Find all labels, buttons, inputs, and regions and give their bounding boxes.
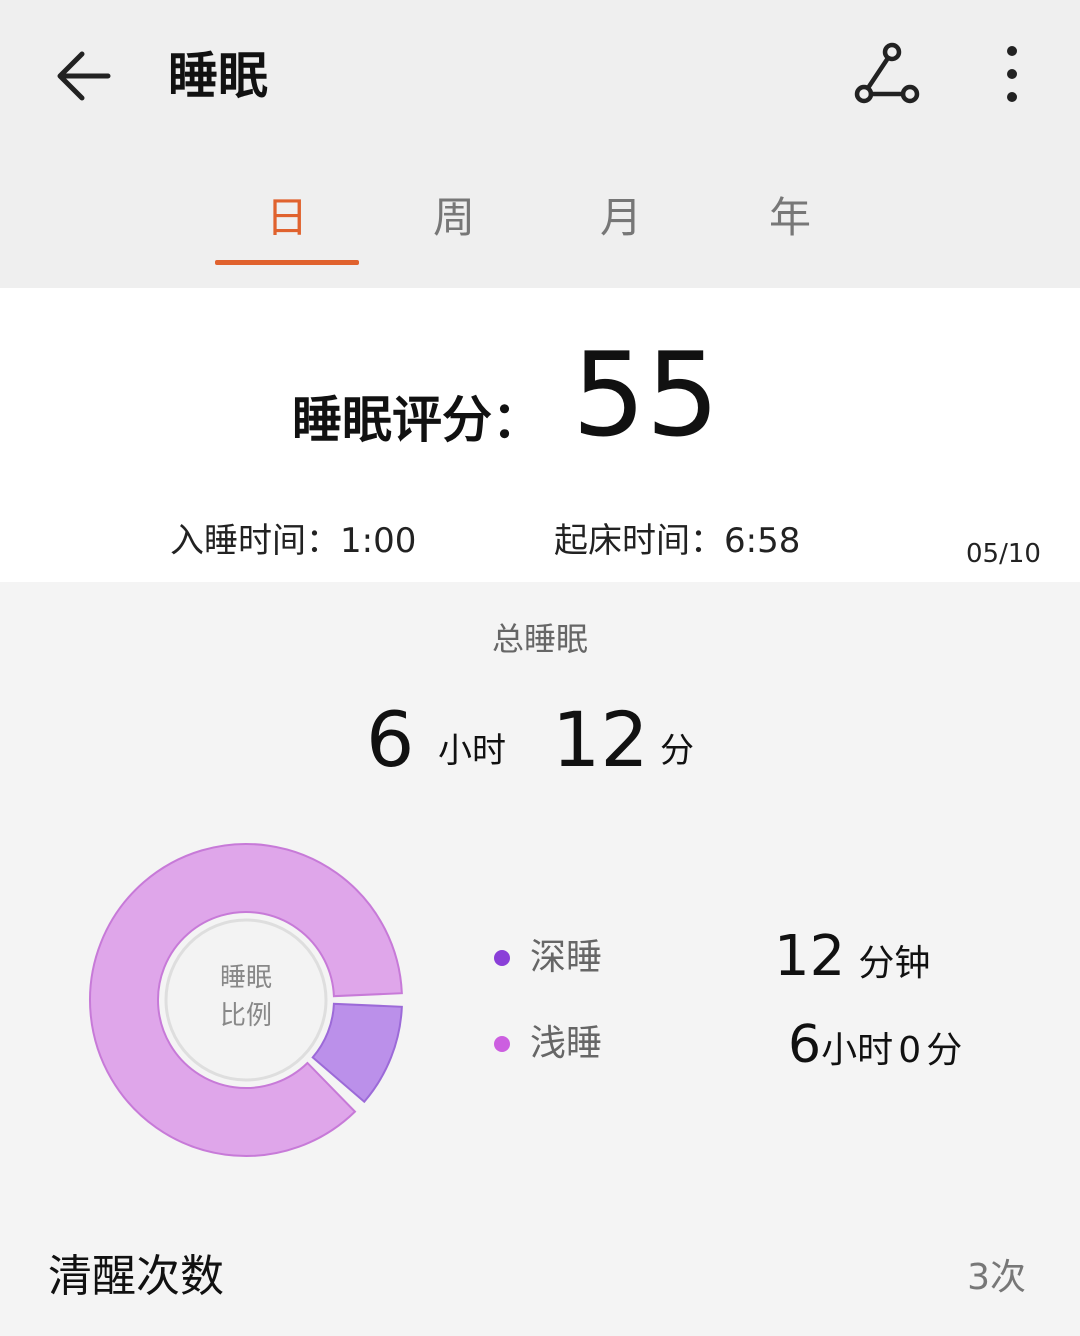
total-sleep-hours: 6: [366, 695, 415, 784]
wake-count-label: 清醒次数: [48, 1251, 224, 1302]
period-tabs: 日 周 月 年: [0, 150, 1080, 288]
tab-day[interactable]: 日: [215, 188, 359, 265]
more-button[interactable]: [984, 40, 1040, 112]
date-label: 05/10: [966, 539, 1041, 569]
sleep-score-value: 55: [572, 328, 720, 463]
page-title: 睡眠: [168, 47, 268, 105]
more-vertical-icon: [1007, 46, 1017, 102]
arrow-left-icon: [57, 51, 111, 101]
deep-sleep-value: 12 分钟: [774, 922, 930, 999]
sleep-score-label: 睡眠评分：: [292, 391, 542, 449]
tab-day-label: 日: [265, 193, 308, 242]
tab-active-indicator: [215, 260, 359, 265]
share-button[interactable]: [848, 40, 924, 112]
deep-sleep-minutes-unit: 分钟: [858, 943, 931, 984]
light-sleep-value: 6小时 0 分: [788, 1012, 962, 1084]
tab-year-label: 年: [768, 193, 811, 242]
light-sleep-minutes-unit: 分: [926, 1030, 963, 1071]
wake-time: 起床时间：6:58: [554, 516, 800, 566]
light-sleep-label: 浅睡: [530, 1023, 603, 1064]
tab-year[interactable]: 年: [718, 188, 862, 264]
top-bar: 睡眠: [0, 0, 1080, 150]
total-sleep-minutes: 12: [552, 695, 649, 784]
donut-center-line1: 睡眠: [220, 963, 272, 993]
tab-week[interactable]: 周: [382, 188, 526, 264]
sleep-ratio-donut[interactable]: 睡眠 比例: [86, 840, 406, 1160]
sleep-time-label: 入睡时间：: [170, 521, 340, 561]
sleep-time: 入睡时间：1:00: [170, 516, 416, 566]
total-sleep-minutes-unit: 分: [660, 731, 694, 771]
wake-time-value: 6:58: [724, 521, 801, 561]
share-graph-icon: [854, 42, 920, 104]
donut-center: [164, 918, 328, 1082]
deep-sleep-label: 深睡: [530, 937, 603, 978]
deep-sleep-dot: [494, 950, 510, 966]
donut-center-line2: 比例: [220, 1001, 272, 1031]
light-sleep-minutes: 0: [898, 1030, 922, 1071]
total-sleep-label: 总睡眠: [491, 620, 588, 658]
sleep-time-value: 1:00: [340, 521, 417, 561]
total-sleep-hours-unit: 小时: [438, 731, 506, 771]
back-button[interactable]: [48, 40, 120, 112]
light-sleep-hours-unit: 小时: [821, 1030, 894, 1071]
tab-week-label: 周: [432, 193, 475, 242]
sleep-score-card: 睡眠评分： 55 入睡时间：1:00 起床时间：6:58 05/10: [0, 288, 1080, 582]
light-sleep-hours: 6: [788, 1015, 822, 1075]
wake-count-value[interactable]: 3次: [967, 1252, 1026, 1304]
deep-sleep-minutes: 12: [774, 924, 846, 989]
wake-time-label: 起床时间：: [554, 521, 724, 561]
total-sleep-duration: 6 小时 12 分: [0, 690, 1080, 790]
tab-month[interactable]: 月: [549, 188, 693, 264]
light-sleep-dot: [494, 1036, 510, 1052]
tab-month-label: 月: [599, 193, 642, 242]
